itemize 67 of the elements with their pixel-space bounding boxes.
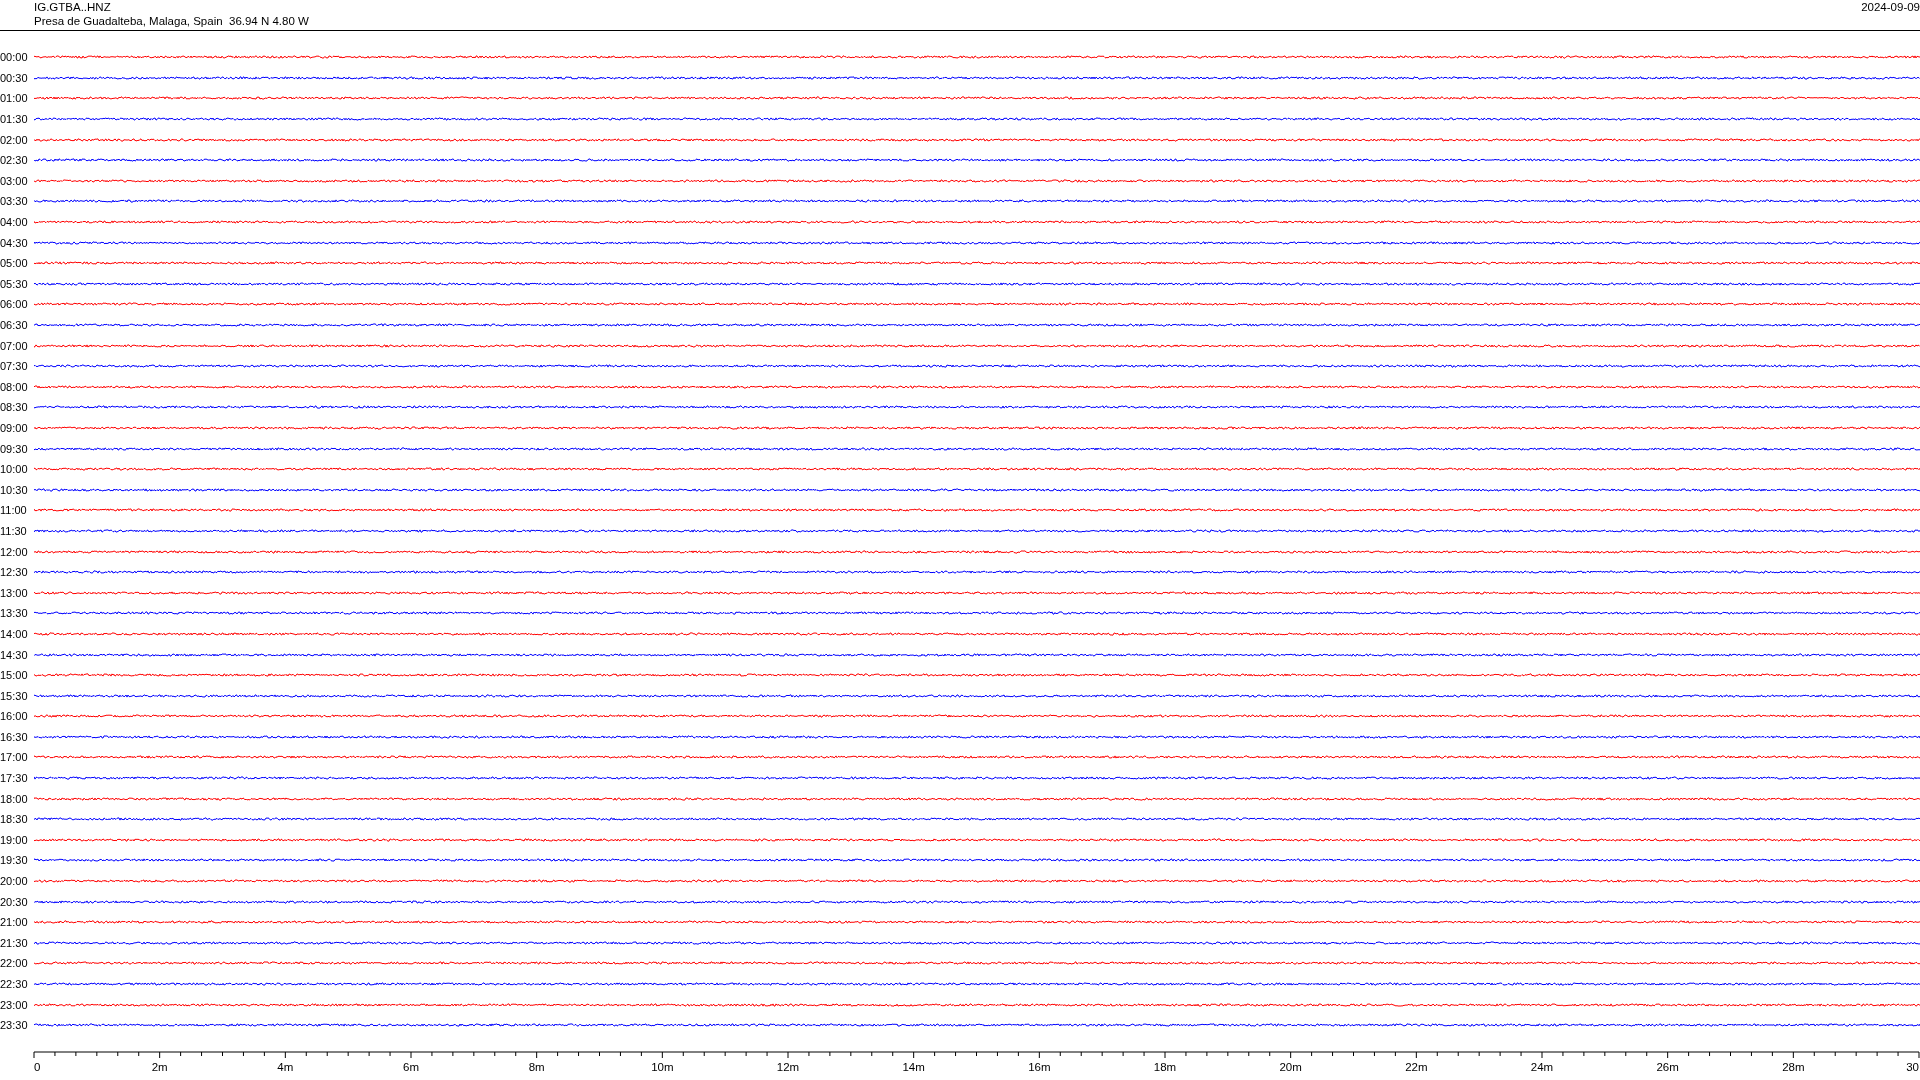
time-label: 11:30 [0,524,28,537]
time-label: 21:00 [0,916,29,929]
axis-tick-label: 30 [1906,1060,1919,1073]
axis-tick-label: 6m [403,1060,419,1073]
time-label: 23:30 [0,1019,29,1032]
time-label: 04:00 [0,216,29,229]
time-label: 19:00 [0,833,29,846]
time-label: 12:00 [0,545,29,558]
axis-tick-label: 14m [902,1060,925,1073]
axis-tick-label: 8m [528,1060,545,1073]
time-label: 20:30 [0,895,29,908]
axis-tick-label: 24m [1530,1060,1554,1073]
time-label: 22:30 [0,978,29,990]
time-label: 22:00 [0,957,29,970]
axis-tick-label: 12m [776,1060,800,1073]
time-label: 09:30 [0,442,29,455]
time-label: 18:30 [0,813,29,826]
axis-tick-label: 26m [1656,1060,1679,1073]
time-label: 05:00 [0,257,29,270]
time-label: 23:00 [0,998,29,1011]
station-location: Presa de Guadalteba, Malaga, Spain 36.94 N 4.80 W [34,14,309,28]
time-label: 12:30 [0,566,29,579]
time-label: 16:30 [0,730,29,743]
time-label: 00:00 [0,51,29,64]
time-label: 16:00 [0,710,29,723]
time-label: 06:30 [0,319,29,331]
time-label: 05:30 [0,277,29,290]
axis-tick-label: 4m [277,1060,294,1073]
time-label: 15:00 [0,669,29,682]
time-label: 01:00 [0,92,29,105]
time-label: 13:00 [0,586,29,599]
time-label: 18:00 [0,792,29,805]
time-label: 03:00 [0,174,29,187]
station-code: IG.GTBA..HNZ [34,0,112,14]
time-label: 17:30 [0,772,29,785]
time-label: 02:30 [0,154,29,167]
time-label: 06:00 [0,298,29,311]
time-label: 09:00 [0,422,29,434]
time-label: 14:30 [0,648,29,661]
time-label: 07:30 [0,360,29,373]
time-label: 02:00 [0,133,29,146]
axis-tick-label: 2m [151,1060,168,1073]
time-label: 01:30 [0,113,29,126]
time-label: 11:00 [0,504,28,517]
time-label: 10:00 [0,463,29,476]
time-label: 15:30 [0,689,29,702]
time-label: 08:00 [0,380,29,393]
time-label: 20:00 [0,875,29,888]
time-label: 13:30 [0,607,29,620]
time-label: 21:30 [0,936,29,949]
time-label: 17:00 [0,751,29,764]
time-label: 03:30 [0,195,29,208]
axis-tick-label: 28m [1782,1060,1805,1073]
time-label: 00:30 [0,71,29,84]
time-label: 07:00 [0,339,29,352]
axis-tick-label: 16m [1028,1060,1051,1073]
axis-tick-label: 10m [651,1060,674,1073]
time-label: 19:30 [0,854,29,867]
axis-tick-label: 0 [34,1060,41,1073]
time-label: 04:30 [0,236,29,249]
axis-tick-label: 22m [1405,1060,1428,1073]
time-label: 10:30 [0,483,29,496]
time-label: 14:00 [0,627,29,640]
plot-date: 2024-09-09 [1861,0,1920,15]
time-label: 08:30 [0,401,29,414]
axis-tick-label: 18m [1153,1060,1177,1073]
axis-tick-label: 20m [1279,1060,1302,1073]
